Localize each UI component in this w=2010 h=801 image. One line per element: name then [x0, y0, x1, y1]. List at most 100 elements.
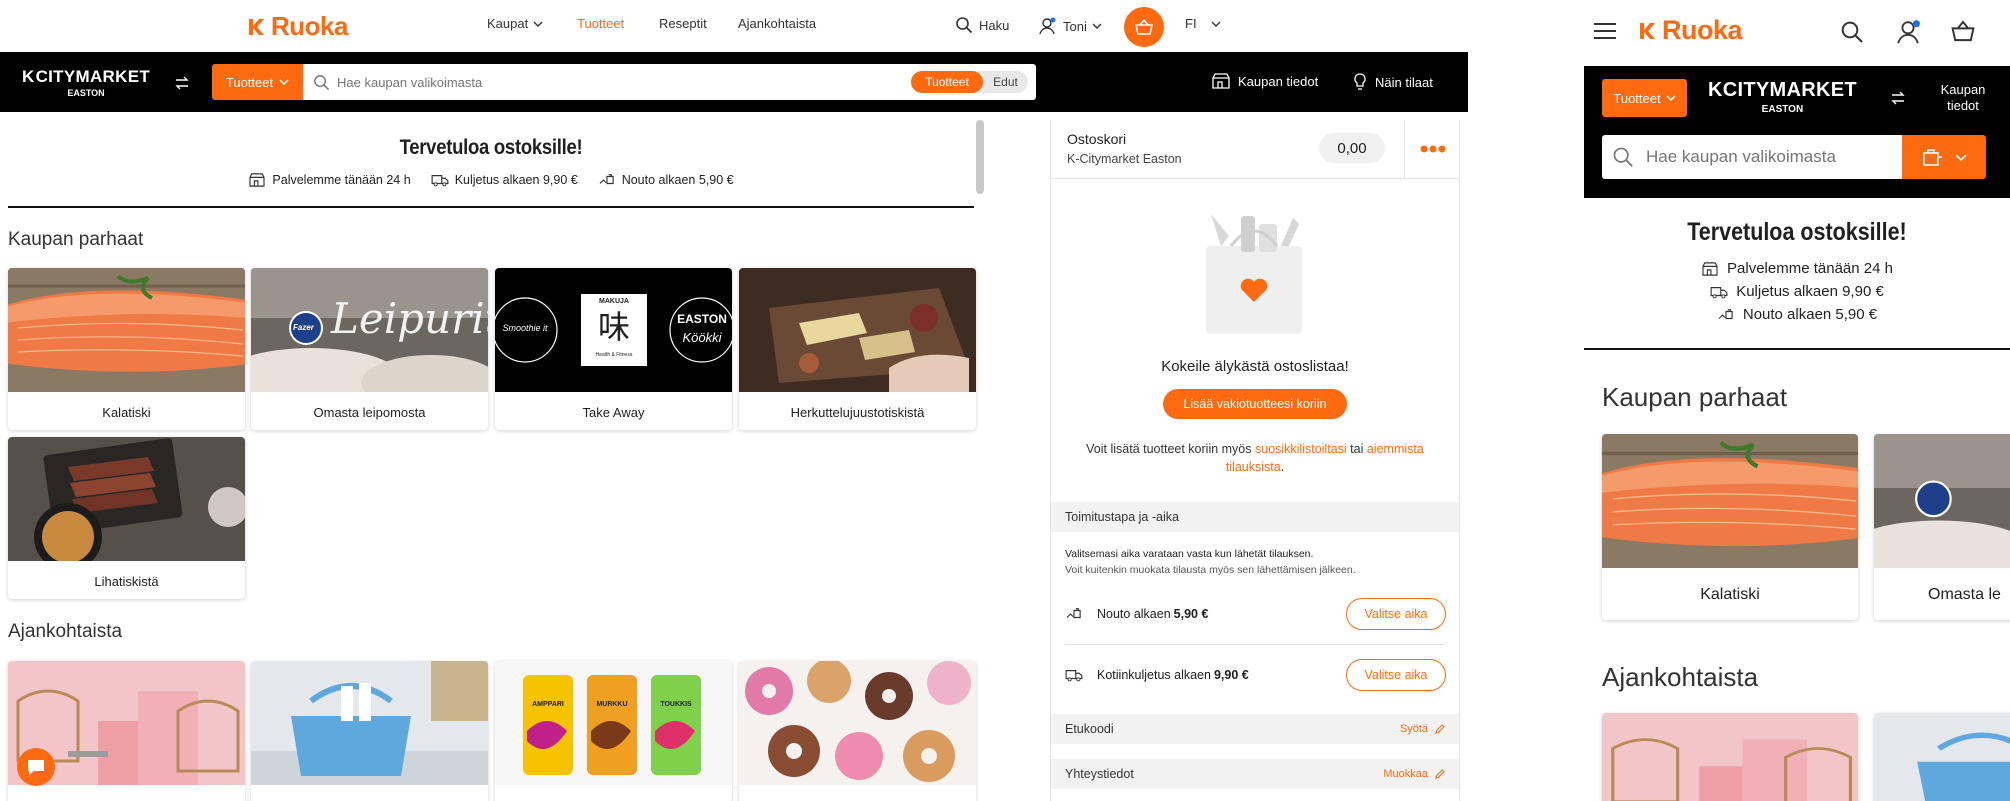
mobile-pickup-price: Nouto alkaen 5,90 € [1717, 306, 1877, 323]
card-label: Kalatiski [102, 405, 151, 420]
cart-more-button[interactable] [1404, 120, 1460, 178]
user-name: Toni [1063, 18, 1087, 34]
promo-code-action[interactable]: Syötä [1400, 723, 1445, 735]
nav-reseptit[interactable]: Reseptit [659, 16, 707, 31]
category-card-leipomo[interactable]: Fazer Leipurit Omasta leipomosta [251, 268, 488, 430]
can-label: AMPPARI [532, 701, 564, 708]
cleaning-bucket-image [251, 661, 488, 785]
mobile-card-kalatiski[interactable]: Kalatiski [1602, 434, 1858, 620]
mobile-delivery-price: Kuljetus alkaen 9,90 € [1710, 283, 1884, 300]
category-dropdown-label: Tuotteet [225, 74, 274, 90]
search-input[interactable] [337, 72, 877, 92]
store-bar: KCITYMARKET EASTON Tuotteet Tuotteet Edu… [0, 52, 1468, 112]
promo-action-label: Syötä [1399, 723, 1428, 735]
basket-icon [1135, 18, 1153, 35]
switch-store-icon[interactable] [174, 76, 190, 90]
mobile-view: Ruoka Tuotteet K CITYMARKET EASTON Kaupan… [1584, 0, 2010, 801]
toggle-edut[interactable]: Edut [983, 71, 1028, 93]
mobile-store-info-link[interactable]: Kaupan tiedot [1922, 82, 2004, 114]
cart-total: 0,00 [1319, 133, 1385, 163]
home-delivery-price-value: 9,90 € [1213, 668, 1249, 682]
card-label: Omasta le [1928, 586, 2001, 603]
cart-button[interactable] [1124, 7, 1164, 47]
mobile-card-leipomo[interactable]: Omasta le [1874, 434, 2010, 620]
meat-image [8, 437, 245, 561]
k-logo-icon: K [1708, 79, 1723, 101]
chat-button[interactable] [17, 748, 55, 786]
truck-icon [1065, 670, 1083, 682]
ruoka-logo[interactable]: Ruoka [1636, 15, 1743, 46]
pencil-icon [1435, 768, 1445, 779]
search-link[interactable]: Haku [955, 16, 1009, 34]
store-name: CITYMARKET [1722, 79, 1857, 101]
nav-ajankohtaista[interactable]: Ajankohtaista [738, 16, 816, 31]
choose-pickup-time-button[interactable]: Valitse aika [1346, 598, 1446, 630]
info-text-mid: tai [1346, 442, 1367, 456]
desktop-view: Ruoka Kaupat Tuotteet Reseptit Ajankohta… [0, 0, 1468, 801]
search-scope-toggle[interactable]: Tuotteet Edut [911, 71, 1028, 93]
kookki-label: Köökki [682, 330, 722, 345]
favorites-link[interactable]: suosikkilistoiltasi [1255, 442, 1347, 456]
search-box[interactable]: Tuotteet Edut [303, 64, 1036, 100]
category-card-juusto[interactable]: Herkuttelujuustotiskistä [739, 268, 976, 430]
mobile-news-card-2[interactable] [1874, 713, 2010, 801]
store-logo[interactable]: K CITYMARKET EASTON [22, 67, 150, 98]
makuja-char: 味 [597, 309, 630, 345]
category-card-takeaway[interactable]: Smoothie it MAKUJA 味 Health & Fitness EA… [495, 268, 732, 430]
pickup-price: Nouto alkaen 5,90 € [598, 173, 734, 187]
chevron-down-icon [533, 21, 543, 27]
pickup-icon [1066, 608, 1081, 619]
pickup-price-text: Nouto alkaen 5,90 € [621, 173, 734, 187]
contact-edit-action[interactable]: Muokkaa [1383, 768, 1445, 780]
store-name: CITYMARKET [35, 67, 151, 86]
basket-icon[interactable] [1950, 19, 1976, 43]
nav-tuotteet[interactable]: Tuotteet [577, 16, 624, 31]
ruoka-logo[interactable]: Ruoka [245, 11, 348, 42]
bakery-script: Leipurit [331, 294, 488, 343]
news-card-3[interactable]: AMPPARI MURKKU TOUKKIS [495, 661, 732, 801]
makuja-label: MAKUJA [599, 298, 629, 305]
user-menu[interactable]: Toni [1037, 16, 1102, 36]
toggle-tuotteet[interactable]: Tuotteet [911, 71, 983, 93]
mobile-search-box[interactable] [1602, 135, 1902, 179]
mobile-store-logo[interactable]: K CITYMARKET EASTON [1708, 79, 1857, 115]
switch-store-icon[interactable] [1890, 91, 1906, 105]
news-card-4[interactable] [739, 661, 976, 801]
chat-icon [28, 760, 44, 775]
service-hours: Palvelemme tänään 24 h [248, 173, 411, 187]
chevron-down-icon [1955, 153, 1967, 161]
store-info-link[interactable]: Kaupan tiedot [1211, 73, 1318, 89]
mobile-search-input[interactable] [1646, 145, 1894, 169]
user-icon[interactable] [1894, 18, 1922, 46]
how-to-order-link[interactable]: Näin tilaat [1353, 73, 1433, 91]
k-logo-icon: K [22, 67, 35, 86]
scrollbar-thumb[interactable] [976, 120, 984, 194]
category-card-lihatiski[interactable]: Lihatiskistä [8, 437, 245, 599]
add-favorites-button[interactable]: Lisää vakiotuotteesi koriin [1163, 389, 1347, 419]
news-card-2[interactable] [251, 661, 488, 801]
mobile-search-scope-button[interactable] [1902, 135, 1986, 179]
k-logo-icon [245, 16, 267, 38]
mobile-news-card-1[interactable] [1602, 713, 1858, 801]
lightbulb-icon [1354, 73, 1366, 90]
brand-name: Ruoka [271, 11, 348, 41]
nav-kaupat[interactable]: Kaupat [487, 16, 543, 31]
category-dropdown[interactable]: Tuotteet [212, 64, 303, 100]
card-label: Omasta leipomosta [313, 405, 426, 420]
promo-code-row[interactable]: Etukoodi Syötä [1051, 714, 1459, 744]
brand-name: Ruoka [1662, 15, 1743, 45]
choose-delivery-time-button[interactable]: Valitse aika [1346, 659, 1446, 691]
store-icon [249, 173, 265, 187]
shopping-bag-illustration [1206, 214, 1302, 334]
search-icon [314, 75, 330, 91]
store-icon [1212, 73, 1230, 89]
mobile-category-dropdown[interactable]: Tuotteet [1602, 79, 1687, 117]
card-label: Herkuttelujuustotiskistä [790, 405, 925, 420]
search-icon[interactable] [1840, 20, 1864, 44]
hamburger-menu-icon[interactable] [1594, 22, 1616, 40]
easton-label: EASTON [677, 312, 727, 326]
contact-info-row[interactable]: Yhteystiedot Muokkaa [1051, 759, 1459, 789]
category-card-kalatiski[interactable]: Kalatiski [8, 268, 245, 430]
chevron-down-icon [279, 79, 289, 86]
language-selector[interactable]: FI [1185, 16, 1221, 31]
